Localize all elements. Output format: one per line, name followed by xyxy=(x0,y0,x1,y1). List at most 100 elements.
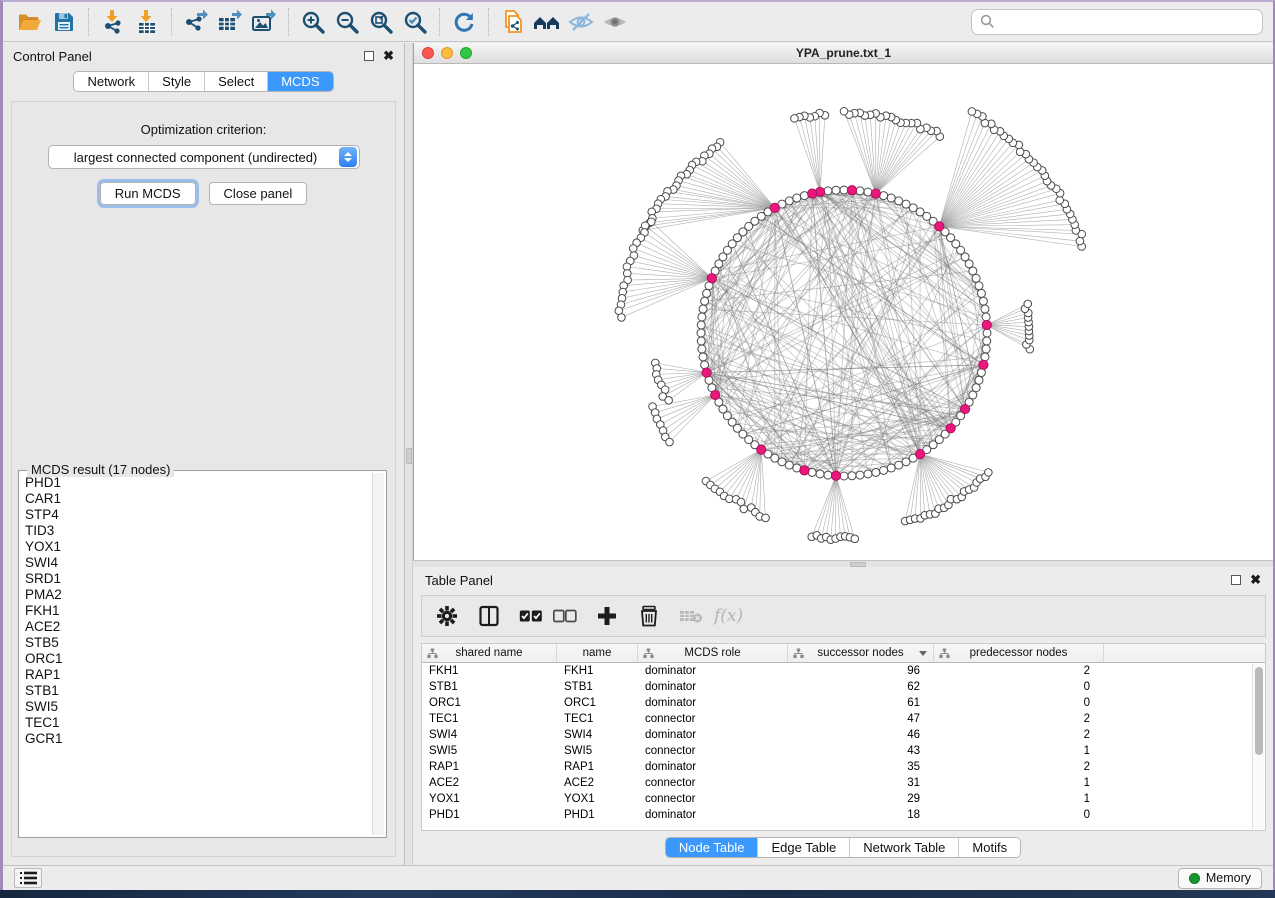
criterion-dropdown[interactable]: largest connected component (undirected) xyxy=(48,145,360,169)
tab-mcds[interactable]: MCDS xyxy=(268,72,332,91)
network-window-titlebar[interactable]: YPA_prune.txt_1 xyxy=(414,43,1273,64)
table-row[interactable]: SWI4SWI4dominator462 xyxy=(422,727,1265,743)
vertical-split-divider[interactable] xyxy=(404,43,413,865)
cell-name[interactable]: ORC1 xyxy=(557,697,638,709)
cell-successor_nodes[interactable]: 29 xyxy=(788,793,934,805)
cell-predecessor_nodes[interactable]: 1 xyxy=(934,777,1104,789)
cell-predecessor_nodes[interactable]: 2 xyxy=(934,729,1104,741)
column-header-predecessor-nodes[interactable]: predecessor nodes xyxy=(934,644,1104,662)
mcds-result-item[interactable]: PMA2 xyxy=(25,587,370,603)
cell-shared_name[interactable]: TEC1 xyxy=(422,713,557,725)
mcds-result-item[interactable]: SWI4 xyxy=(25,555,370,571)
cell-mcds_role[interactable]: connector xyxy=(638,777,788,789)
show-all-icon[interactable] xyxy=(598,7,632,37)
table-row[interactable]: SWI5SWI5connector431 xyxy=(422,743,1265,759)
mcds-result-item[interactable]: TEC1 xyxy=(25,715,370,731)
cell-name[interactable]: FKH1 xyxy=(557,665,638,677)
float-panel-icon[interactable] xyxy=(364,51,374,61)
column-header-name[interactable]: name xyxy=(557,644,638,662)
cell-predecessor_nodes[interactable]: 0 xyxy=(934,681,1104,693)
deselect-all-icon[interactable] xyxy=(550,601,580,631)
cell-predecessor_nodes[interactable]: 2 xyxy=(934,665,1104,677)
cell-mcds_role[interactable]: dominator xyxy=(638,729,788,741)
table-row[interactable]: YOX1YOX1connector291 xyxy=(422,791,1265,807)
open-file-icon[interactable] xyxy=(13,7,47,37)
cell-successor_nodes[interactable]: 43 xyxy=(788,745,934,757)
mcds-result-item[interactable]: ACE2 xyxy=(25,619,370,635)
mcds-result-item[interactable]: STB1 xyxy=(25,683,370,699)
cell-shared_name[interactable]: ACE2 xyxy=(422,777,557,789)
cell-mcds_role[interactable]: connector xyxy=(638,745,788,757)
cell-successor_nodes[interactable]: 96 xyxy=(788,665,934,677)
cell-name[interactable]: STB1 xyxy=(557,681,638,693)
memory-button[interactable]: Memory xyxy=(1178,868,1262,889)
table-row[interactable]: FKH1FKH1dominator962 xyxy=(422,663,1265,679)
mcds-result-item[interactable]: CAR1 xyxy=(25,491,370,507)
tab-network[interactable]: Network xyxy=(74,72,149,91)
float-table-panel-icon[interactable] xyxy=(1231,575,1241,585)
tab-select[interactable]: Select xyxy=(205,72,268,91)
mcds-result-item[interactable]: STB5 xyxy=(25,635,370,651)
cell-predecessor_nodes[interactable]: 0 xyxy=(934,697,1104,709)
task-history-button[interactable] xyxy=(14,868,42,888)
cell-shared_name[interactable]: STB1 xyxy=(422,681,557,693)
export-image-icon[interactable] xyxy=(247,7,281,37)
cell-predecessor_nodes[interactable]: 1 xyxy=(934,793,1104,805)
cell-successor_nodes[interactable]: 35 xyxy=(788,761,934,773)
table-row[interactable]: RAP1RAP1dominator352 xyxy=(422,759,1265,775)
zoom-in-icon[interactable] xyxy=(296,7,330,37)
zoom-selected-icon[interactable] xyxy=(398,7,432,37)
cell-shared_name[interactable]: YOX1 xyxy=(422,793,557,805)
cell-shared_name[interactable]: FKH1 xyxy=(422,665,557,677)
table-scrollbar[interactable] xyxy=(1252,664,1264,829)
cell-shared_name[interactable]: SWI5 xyxy=(422,745,557,757)
delete-column-icon[interactable] xyxy=(634,601,664,631)
cell-predecessor_nodes[interactable]: 2 xyxy=(934,713,1104,725)
cell-name[interactable]: TEC1 xyxy=(557,713,638,725)
cell-name[interactable]: SWI5 xyxy=(557,745,638,757)
tab-node-table[interactable]: Node Table xyxy=(666,838,759,857)
column-header-MCDS-role[interactable]: MCDS role xyxy=(638,644,788,662)
settings-icon[interactable] xyxy=(432,601,462,631)
search-input[interactable] xyxy=(1001,14,1254,29)
select-all-icon[interactable] xyxy=(516,601,546,631)
table-row[interactable]: PHD1PHD1dominator180 xyxy=(422,807,1265,823)
save-session-icon[interactable] xyxy=(47,7,81,37)
mcds-result-item[interactable]: SWI5 xyxy=(25,699,370,715)
split-view-icon[interactable] xyxy=(474,601,504,631)
table-scrollbar-thumb[interactable] xyxy=(1255,667,1263,755)
mcds-result-item[interactable]: ORC1 xyxy=(25,651,370,667)
mcds-result-item[interactable]: RAP1 xyxy=(25,667,370,683)
import-table-icon[interactable] xyxy=(130,7,164,37)
cell-name[interactable]: ACE2 xyxy=(557,777,638,789)
add-column-icon[interactable] xyxy=(592,601,622,631)
mcds-result-item[interactable]: FKH1 xyxy=(25,603,370,619)
mcds-result-item[interactable]: GCR1 xyxy=(25,731,370,747)
mcds-result-item[interactable]: TID3 xyxy=(25,523,370,539)
export-network-icon[interactable] xyxy=(179,7,213,37)
cell-shared_name[interactable]: ORC1 xyxy=(422,697,557,709)
cell-mcds_role[interactable]: dominator xyxy=(638,665,788,677)
cell-predecessor_nodes[interactable]: 0 xyxy=(934,809,1104,821)
cell-mcds_role[interactable]: dominator xyxy=(638,809,788,821)
cell-mcds_role[interactable]: dominator xyxy=(638,681,788,693)
cell-successor_nodes[interactable]: 61 xyxy=(788,697,934,709)
run-mcds-button[interactable]: Run MCDS xyxy=(100,182,196,205)
import-network-icon[interactable] xyxy=(96,7,130,37)
vertical-split-handle[interactable] xyxy=(406,448,412,464)
zoom-out-icon[interactable] xyxy=(330,7,364,37)
export-table-icon[interactable] xyxy=(213,7,247,37)
horizontal-split-divider[interactable] xyxy=(413,560,1273,567)
tab-edge-table[interactable]: Edge Table xyxy=(758,838,850,857)
mcds-result-item[interactable]: SRD1 xyxy=(25,571,370,587)
duplicate-network-icon[interactable] xyxy=(496,7,530,37)
cell-name[interactable]: RAP1 xyxy=(557,761,638,773)
tab-style[interactable]: Style xyxy=(149,72,205,91)
cell-successor_nodes[interactable]: 31 xyxy=(788,777,934,789)
table-row[interactable]: ORC1ORC1dominator610 xyxy=(422,695,1265,711)
cell-successor_nodes[interactable]: 47 xyxy=(788,713,934,725)
cell-successor_nodes[interactable]: 46 xyxy=(788,729,934,741)
search-box[interactable] xyxy=(971,9,1263,35)
cell-successor_nodes[interactable]: 62 xyxy=(788,681,934,693)
zoom-fit-icon[interactable] xyxy=(364,7,398,37)
